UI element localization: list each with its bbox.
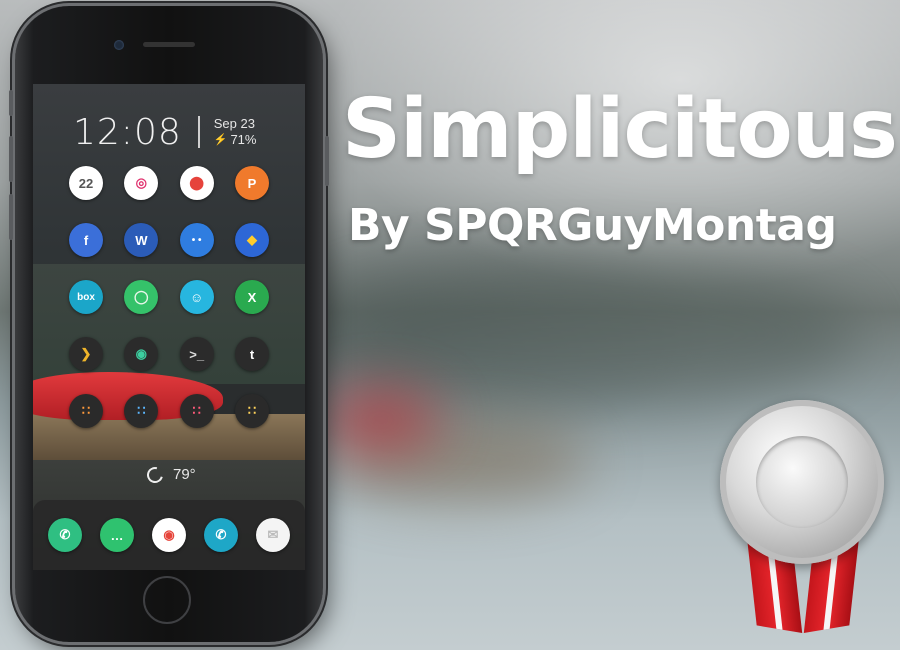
home-button[interactable] xyxy=(143,576,191,624)
finder-app-icon[interactable]: • • xyxy=(179,223,214,257)
box-glyph-icon: box xyxy=(77,291,95,303)
folder-app-icon-1[interactable]: ∷ xyxy=(69,394,103,428)
charging-bolt-icon: ⚡ xyxy=(213,134,228,146)
itunes-glyph-icon: ◎ xyxy=(135,175,147,190)
box-app-icon[interactable]: box xyxy=(69,280,103,314)
plex-glyph-icon: ❯ xyxy=(80,346,92,361)
pocket-glyph-icon: ◆ xyxy=(246,232,257,247)
folder-app-icon-3[interactable]: ∷ xyxy=(179,394,214,428)
folder-app-icon-4[interactable]: ∷ xyxy=(234,394,269,428)
maps-app-icon[interactable]: ⬤ xyxy=(179,166,214,200)
tumblr-app-icon[interactable]: t xyxy=(234,337,269,371)
clock-time: 12:08 xyxy=(73,111,182,153)
silver-medal xyxy=(718,400,888,640)
folder-glyph-icon-2: ∷ xyxy=(137,403,146,418)
tumblr-glyph-icon: t xyxy=(249,346,255,362)
facebook-glyph-icon: f xyxy=(83,232,89,248)
clock-widget: 12:08 Sep 23 ⚡ 71% xyxy=(73,111,257,153)
medal-disc xyxy=(720,400,884,564)
contacts-glyph-icon: ✆ xyxy=(215,527,227,542)
background-treeline xyxy=(300,260,860,410)
weather-temp: 79° xyxy=(173,466,196,483)
clock-date: Sep 23 xyxy=(213,116,255,131)
finder-glyph-icon: • • xyxy=(191,234,202,246)
word-app-icon[interactable]: W xyxy=(124,223,159,257)
find-friends-app-icon[interactable]: ◯ xyxy=(124,280,159,314)
messages-app-icon[interactable]: … xyxy=(100,518,134,552)
messages-glyph-icon: … xyxy=(110,527,124,543)
pocket-app-icon[interactable]: ◆ xyxy=(234,223,269,257)
folder-glyph-icon-3: ∷ xyxy=(192,403,201,418)
battery-status: ⚡ 71% xyxy=(214,132,257,148)
find-friends-glyph-icon: ◯ xyxy=(134,289,149,304)
app-dock: ✆ … ◉ ✆ ✉ xyxy=(33,500,305,570)
mute-switch xyxy=(9,90,13,116)
chrome-app-icon[interactable]: ◉ xyxy=(152,518,186,552)
app-grid-row: 22 ◎ ⬤ P xyxy=(69,166,269,200)
terminal-app-icon[interactable]: >_ xyxy=(179,337,214,371)
weather-widget: 79° xyxy=(144,463,196,486)
iphone-device: 12:08 Sep 23 ⚡ 71% 22 ◎ ⬤ Pf W • • ◆ box ◯ ☺ X ❯ ◉ >_… xyxy=(9,6,329,642)
terminal-glyph-icon: >_ xyxy=(189,346,205,362)
powerpoint-glyph-icon: P xyxy=(247,175,257,191)
facebook-app-icon[interactable]: f xyxy=(69,223,103,257)
waze-glyph-icon: ☺ xyxy=(190,289,204,305)
clock-meta: Sep 23 ⚡ 71% xyxy=(214,116,257,148)
power-button xyxy=(325,136,329,186)
excel-glyph-icon: X xyxy=(247,289,257,305)
earpiece-speaker xyxy=(143,42,195,47)
plex-app-icon[interactable]: ❯ xyxy=(69,337,103,371)
banner-byline: By SPQRGuyMontag xyxy=(348,200,837,251)
app-grid-row: ∷ ∷ ∷ ∷ xyxy=(69,394,269,428)
medal-center xyxy=(756,436,848,528)
vine-app-icon[interactable]: ◉ xyxy=(124,337,159,371)
contacts-app-icon[interactable]: ✆ xyxy=(204,518,238,552)
volume-down-button xyxy=(9,194,13,240)
volume-up-button xyxy=(9,136,13,182)
chrome-glyph-icon: ◉ xyxy=(163,527,175,542)
word-glyph-icon: W xyxy=(135,232,148,248)
home-screen: 12:08 Sep 23 ⚡ 71% 22 ◎ ⬤ Pf W • • ◆ box ◯ ☺ X ❯ ◉ >_… xyxy=(33,84,305,570)
calendar-glyph-icon: 22 xyxy=(78,175,94,191)
app-grid-row: f W • • ◆ xyxy=(69,223,269,257)
folder-glyph-icon-1: ∷ xyxy=(81,403,91,418)
mail-app-icon[interactable]: ✉ xyxy=(256,518,290,552)
vine-glyph-icon: ◉ xyxy=(135,346,147,361)
phone-app-icon[interactable]: ✆ xyxy=(48,518,82,552)
clock-divider xyxy=(197,116,200,148)
front-camera xyxy=(114,40,124,50)
app-grid-row: box ◯ ☺ X xyxy=(69,280,269,314)
itunes-app-icon[interactable]: ◎ xyxy=(124,166,159,200)
calendar-app-icon[interactable]: 22 xyxy=(69,166,103,200)
folder-glyph-icon-4: ∷ xyxy=(247,403,257,418)
battery-percent: 71% xyxy=(230,132,257,147)
background-kayak xyxy=(320,390,440,450)
waze-app-icon[interactable]: ☺ xyxy=(179,280,214,314)
app-grid-row: ❯ ◉ >_ t xyxy=(69,337,269,371)
banner-title: Simplicitous xyxy=(342,82,898,177)
app-grid: 22 ◎ ⬤ Pf W • • ◆ box ◯ ☺ X ❯ ◉ >_ t ∷ ∷ ∷ ∷ xyxy=(69,166,269,451)
mail-glyph-icon: ✉ xyxy=(267,527,279,542)
powerpoint-app-icon[interactable]: P xyxy=(234,166,269,200)
excel-app-icon[interactable]: X xyxy=(234,280,269,314)
folder-app-icon-2[interactable]: ∷ xyxy=(124,394,159,428)
maps-glyph-icon: ⬤ xyxy=(189,175,204,190)
weather-moon-icon xyxy=(144,463,166,486)
phone-glyph-icon: ✆ xyxy=(59,527,71,542)
